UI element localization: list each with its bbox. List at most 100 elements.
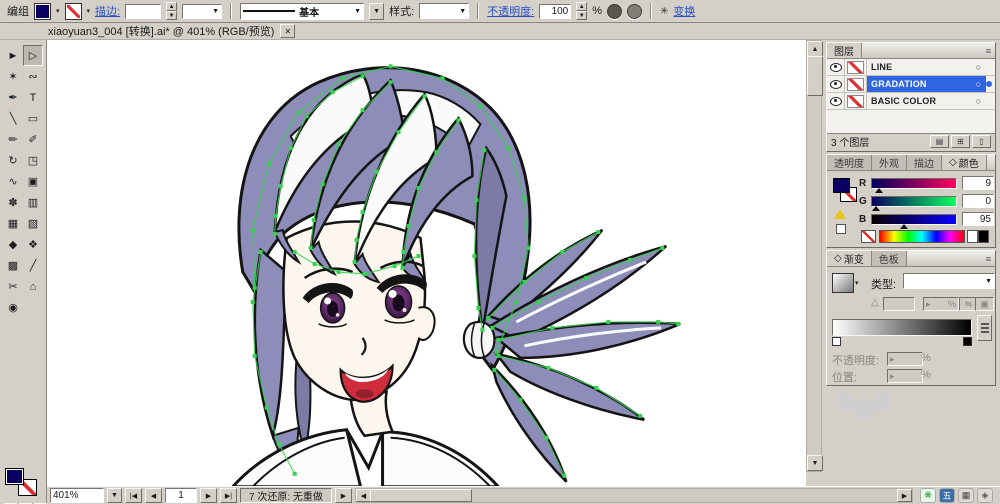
tool-direct-selection[interactable]: ▷ xyxy=(23,45,43,66)
tab-stroke[interactable]: 描边 xyxy=(907,155,942,170)
brush-dropdown-button[interactable]: ▼ xyxy=(369,2,385,20)
out-of-gamut-warning-icon[interactable] xyxy=(834,209,846,219)
tool-gradient[interactable]: ▧ xyxy=(23,213,43,234)
tool-live-paint[interactable]: ▩ xyxy=(3,255,23,276)
transform-link[interactable]: 变换 xyxy=(673,3,695,19)
stroke-dropdown-icon[interactable]: ▾ xyxy=(87,8,91,15)
new-layer-icon[interactable]: ⊞ xyxy=(951,135,970,148)
gradient-panel-menu-icon[interactable]: ≡ xyxy=(982,251,995,266)
vertical-scrollbar[interactable]: ▲ ▼ xyxy=(806,40,823,472)
tray-icon-green-app[interactable]: ❋ xyxy=(920,488,936,503)
tray-icon-wubi-input[interactable]: 五 xyxy=(939,488,955,503)
layer-row-gradation[interactable]: GRADATION ○ xyxy=(827,76,995,93)
stroke-preset-select[interactable]: ▼ xyxy=(182,3,223,19)
stroke-width-spinner[interactable]: ▲ ▼ xyxy=(166,2,178,20)
zoom-field[interactable]: 401% xyxy=(50,488,104,503)
tool-lasso[interactable]: ∾ xyxy=(23,66,43,87)
opacity-field[interactable]: 100 xyxy=(539,3,572,19)
tool-selection[interactable]: ► xyxy=(3,45,23,66)
gradient-stop-end[interactable] xyxy=(963,337,972,346)
folder-icon[interactable]: ▤ xyxy=(930,135,949,148)
channel-value-field[interactable]: 0 xyxy=(962,194,994,208)
gradient-spine-icon[interactable] xyxy=(977,315,992,341)
tray-icon-misc[interactable]: ◈ xyxy=(977,488,993,503)
tab-color[interactable]: ◇ 颜色 xyxy=(942,155,987,170)
last-page-button[interactable]: ▶| xyxy=(220,488,237,503)
scroll-up-icon[interactable]: ▲ xyxy=(807,41,823,57)
status-popup-icon[interactable]: ▶ xyxy=(334,488,352,503)
tool-type[interactable]: T xyxy=(23,87,43,108)
tool-rotate[interactable]: ↻ xyxy=(3,150,23,171)
channel-slider[interactable] xyxy=(871,195,957,211)
gradient-type-select[interactable]: ▼ xyxy=(903,273,995,289)
appearance-option-icon-2[interactable] xyxy=(627,3,642,19)
vertical-scroll-thumb[interactable] xyxy=(807,56,823,96)
slider-pointer-icon[interactable] xyxy=(900,223,908,229)
tool-zoom[interactable]: ◉ xyxy=(3,297,23,318)
gradient-stop-start[interactable] xyxy=(832,337,841,346)
tool-eyedropper[interactable]: ◆ xyxy=(3,234,23,255)
next-page-button[interactable]: ▶ xyxy=(200,488,217,503)
tool-scissors[interactable]: ✂ xyxy=(3,276,23,297)
layer-target-icon[interactable]: ○ xyxy=(971,59,986,75)
layer-row-basic-color[interactable]: BASIC COLOR ○ xyxy=(827,93,995,110)
delete-layer-icon[interactable]: ▯ xyxy=(972,135,991,148)
document-title[interactable]: xiaoyuan3_004 [转换].ai* @ 401% (RGB/预览) xyxy=(48,23,274,39)
layer-name[interactable]: LINE xyxy=(867,59,971,75)
none-swatch[interactable] xyxy=(861,230,876,243)
layer-target-icon[interactable]: ○ xyxy=(971,76,986,92)
channel-slider[interactable] xyxy=(871,213,957,229)
color-spectrum-bar[interactable] xyxy=(879,230,965,243)
tool-spacer[interactable] xyxy=(23,297,43,318)
tool-free-transform[interactable]: ▣ xyxy=(23,171,43,192)
opacity-link[interactable]: 不透明度: xyxy=(487,3,534,19)
slider-pointer-icon[interactable] xyxy=(872,205,880,211)
fill-dropdown-icon[interactable]: ▾ xyxy=(56,8,60,15)
layer-name[interactable]: GRADATION xyxy=(867,76,971,92)
tool-paintbrush[interactable]: ✐ xyxy=(23,129,43,150)
layer-visibility-icon[interactable] xyxy=(829,79,842,89)
tool-hand[interactable]: ⌂ xyxy=(23,276,43,297)
layer-target-icon[interactable]: ○ xyxy=(971,93,986,109)
tab-gradient[interactable]: ◇ 渐变 xyxy=(827,251,872,266)
tab-transparency[interactable]: 透明度 xyxy=(827,155,872,170)
black-swatch[interactable] xyxy=(978,230,989,243)
fill-stroke-proxy[interactable] xyxy=(5,468,41,500)
tool-line-segment[interactable]: ╲ xyxy=(3,108,23,129)
style-select[interactable]: ▼ xyxy=(419,3,470,19)
gradient-swatch-dropdown-icon[interactable]: ▾ xyxy=(855,280,859,287)
fill-proxy-swatch[interactable] xyxy=(5,468,24,485)
gradient-ramp[interactable] xyxy=(832,319,972,336)
layer-row-line[interactable]: LINE ○ xyxy=(827,59,995,76)
web-safe-icon[interactable] xyxy=(836,224,846,234)
tray-icon-keyboard[interactable]: ▦ xyxy=(958,488,974,503)
first-page-button[interactable]: |◀ xyxy=(125,488,142,503)
zoom-dropdown-icon[interactable]: ▼ xyxy=(107,488,122,503)
document-close-icon[interactable]: ✕ xyxy=(280,24,296,38)
layer-visibility-icon[interactable] xyxy=(829,96,842,106)
opacity-spinner[interactable]: ▲ ▼ xyxy=(576,2,588,20)
slider-pointer-icon[interactable] xyxy=(875,187,883,193)
horizontal-scroll-thumb[interactable] xyxy=(369,489,472,502)
tab-layers[interactable]: 图层 xyxy=(827,43,862,58)
tool-slice[interactable]: ╱ xyxy=(23,255,43,276)
tool-column-graph[interactable]: ▥ xyxy=(23,192,43,213)
channel-slider[interactable] xyxy=(871,177,957,193)
tool-blend[interactable]: ❖ xyxy=(23,234,43,255)
brush-select[interactable]: 基本 ▼ xyxy=(240,2,365,20)
scroll-down-icon[interactable]: ▼ xyxy=(807,455,823,471)
stroke-panel-link[interactable]: 描边: xyxy=(95,3,120,19)
prev-page-button[interactable]: ◀ xyxy=(145,488,162,503)
tool-pencil[interactable]: ✏ xyxy=(3,129,23,150)
tool-mesh[interactable]: ▦ xyxy=(3,213,23,234)
artboard-canvas[interactable] xyxy=(47,40,806,487)
tool-rectangle[interactable]: ▭ xyxy=(23,108,43,129)
fill-color-swatch[interactable] xyxy=(34,2,51,20)
layer-visibility-icon[interactable] xyxy=(829,62,842,72)
color-fill-proxy[interactable] xyxy=(833,178,850,193)
scroll-left-icon[interactable]: ◀ xyxy=(355,489,371,502)
tool-warp[interactable]: ∿ xyxy=(3,171,23,192)
tool-symbol-sprayer[interactable]: ✽ xyxy=(3,192,23,213)
tool-magic-wand[interactable]: ✶ xyxy=(3,66,23,87)
stroke-color-swatch[interactable] xyxy=(64,2,82,20)
